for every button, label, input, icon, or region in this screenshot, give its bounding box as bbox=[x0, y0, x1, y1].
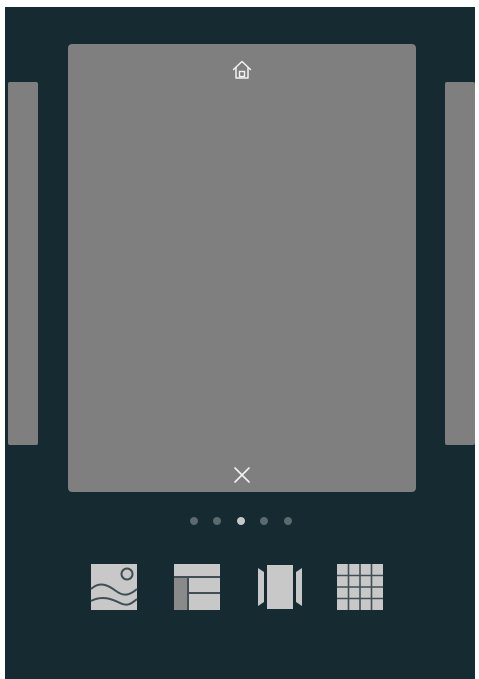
wallpaper-icon bbox=[90, 564, 138, 610]
home-grid-button[interactable] bbox=[336, 563, 384, 611]
edit-toolbar bbox=[90, 563, 385, 611]
home-screen-editor bbox=[5, 7, 475, 679]
close-icon bbox=[234, 467, 250, 483]
next-page-preview[interactable] bbox=[445, 82, 475, 445]
page-dot-4[interactable] bbox=[260, 517, 268, 525]
page-indicator bbox=[190, 517, 292, 527]
set-default-page-button[interactable] bbox=[228, 57, 256, 83]
transitions-button[interactable] bbox=[256, 563, 304, 611]
transition-icon bbox=[258, 565, 302, 609]
wallpapers-button[interactable] bbox=[90, 563, 138, 611]
page-dot-5[interactable] bbox=[284, 517, 292, 525]
widgets-button[interactable] bbox=[173, 563, 221, 611]
home-icon bbox=[232, 60, 252, 79]
widgets-icon bbox=[174, 564, 220, 610]
page-dot-2[interactable] bbox=[213, 517, 221, 525]
page-dot-3[interactable] bbox=[237, 517, 245, 525]
previous-page-preview[interactable] bbox=[8, 82, 38, 445]
current-page-preview[interactable] bbox=[68, 44, 416, 492]
page-dot-1[interactable] bbox=[190, 517, 198, 525]
grid-icon bbox=[337, 564, 383, 610]
remove-page-button[interactable] bbox=[228, 461, 256, 489]
